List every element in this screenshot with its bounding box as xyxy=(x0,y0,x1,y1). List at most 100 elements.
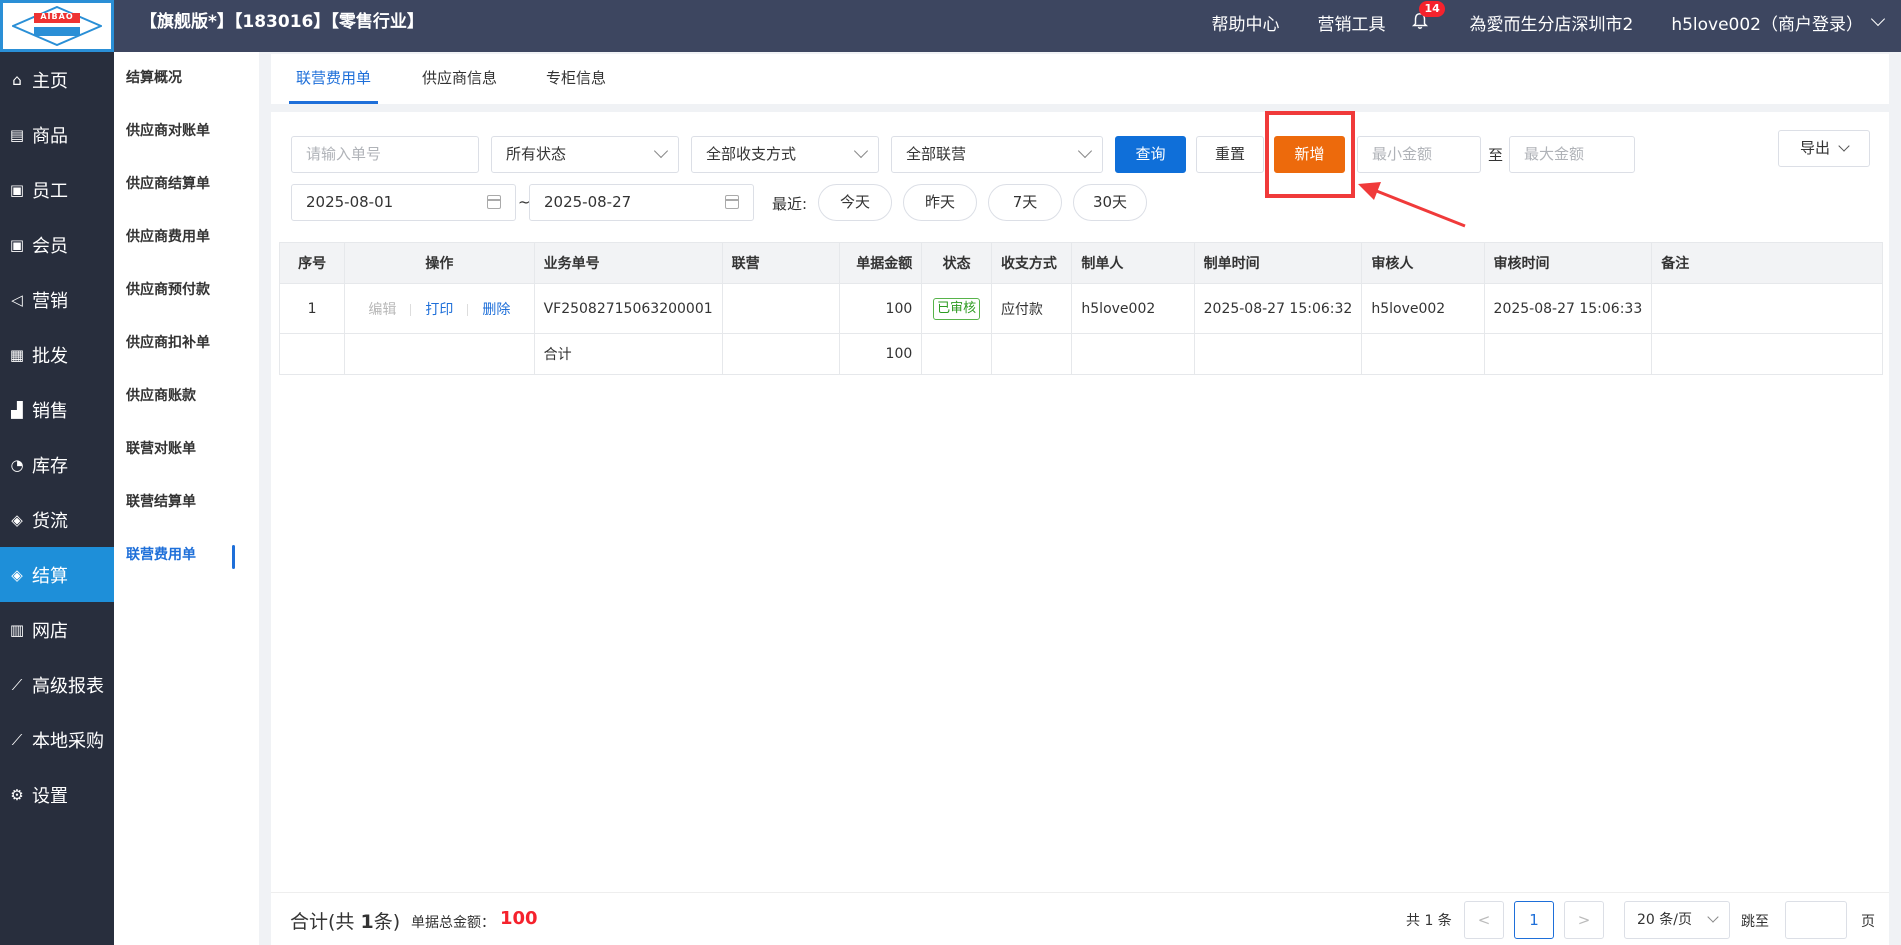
col-audited-at[interactable]: 审核时间 xyxy=(1483,242,1653,284)
nav-label: 商品 xyxy=(32,125,68,147)
cell-created-at: 2025-08-27 15:06:32 xyxy=(1193,283,1363,334)
query-button[interactable]: 查询 xyxy=(1115,136,1186,173)
subnav-supplier-expense[interactable]: 供应商费用单 xyxy=(114,211,259,264)
nav-member[interactable]: ▣ 会员 xyxy=(0,217,114,272)
settlement-subnav: 结算概况 供应商对账单 供应商结算单 供应商费用单 供应商预付款 供应商扣补单 … xyxy=(114,52,259,945)
nav-label: 主页 xyxy=(32,70,68,92)
cell-empty xyxy=(1071,333,1195,375)
recent-label: 最近: xyxy=(772,195,808,213)
goods-icon: ▤ xyxy=(9,125,25,144)
nav-settlement[interactable]: ◈ 结算 xyxy=(0,547,114,602)
chevron-down-icon[interactable] xyxy=(1870,11,1886,27)
nav-wholesale[interactable]: ▦ 批发 xyxy=(0,327,114,382)
max-amount-input[interactable]: 最大金额 xyxy=(1509,136,1635,173)
col-order-no[interactable]: 业务单号 xyxy=(533,242,723,284)
edit-link[interactable]: 编辑 xyxy=(368,302,396,318)
export-button[interactable]: 导出 xyxy=(1778,130,1870,167)
prev-page-button[interactable]: < xyxy=(1464,901,1504,939)
subnav-joint-expense[interactable]: 联营费用单 xyxy=(114,529,259,582)
col-joint[interactable]: 联营 xyxy=(721,242,840,284)
col-auditor[interactable]: 审核人 xyxy=(1361,242,1485,284)
subnav-settlement-overview[interactable]: 结算概况 xyxy=(114,52,259,105)
expense-table: 序号 操作 业务单号 联营 单据金额 状态 收支方式 制单人 制单时间 审核人 … xyxy=(278,242,1883,375)
page-tabs: 联营费用单 供应商信息 专柜信息 xyxy=(271,54,1889,104)
col-index: 序号 xyxy=(278,242,346,284)
nav-staff[interactable]: ▣ 员工 xyxy=(0,162,114,217)
jump-page-input[interactable] xyxy=(1785,901,1847,939)
nav-home[interactable]: ⌂ 主页 xyxy=(0,52,114,107)
nav-label: 本地采购 xyxy=(32,730,104,752)
yesterday-button[interactable]: 昨天 xyxy=(903,184,977,221)
cell-status: 已审核 xyxy=(921,283,992,334)
page-1-button[interactable]: 1 xyxy=(1514,901,1554,939)
nav-goods[interactable]: ▤ 商品 xyxy=(0,107,114,162)
store-name[interactable]: 為愛而生分店深圳市2 xyxy=(1469,10,1633,35)
min-amount-input[interactable]: 最小金额 xyxy=(1357,136,1481,173)
divider xyxy=(410,303,412,316)
status-select[interactable]: 所有状态 xyxy=(491,136,679,173)
page-size-value: 20 条/页 xyxy=(1637,912,1692,928)
subnav-supplier-deduction[interactable]: 供应商扣补单 xyxy=(114,317,259,370)
col-created-at[interactable]: 制单时间 xyxy=(1193,242,1363,284)
joint-select[interactable]: 全部联营 xyxy=(891,136,1103,173)
subnav-joint-statement[interactable]: 联营对账单 xyxy=(114,423,259,476)
subnav-supplier-accounts[interactable]: 供应商账款 xyxy=(114,370,259,423)
help-center-link[interactable]: 帮助中心 xyxy=(1211,10,1279,35)
tab-supplier-info[interactable]: 供应商信息 xyxy=(422,54,497,104)
cell-amount: 100 xyxy=(838,283,923,334)
today-button[interactable]: 今天 xyxy=(818,184,892,221)
subnav-joint-settlement[interactable]: 联营结算单 xyxy=(114,476,259,529)
nav-settings[interactable]: ⚙ 设置 xyxy=(0,767,114,822)
cell-order-no[interactable]: VF25082715063200001 xyxy=(533,283,723,334)
chevron-down-icon xyxy=(653,143,669,159)
nav-marketing[interactable]: ◁ 营销 xyxy=(0,272,114,327)
date-from-input[interactable]: 2025-08-01 xyxy=(291,184,516,221)
seven-days-button[interactable]: 7天 xyxy=(988,184,1062,221)
nav-label: 高级报表 xyxy=(32,675,104,697)
cell-index: 1 xyxy=(278,283,346,334)
subnav-supplier-prepayment[interactable]: 供应商预付款 xyxy=(114,264,259,317)
date-to-input[interactable]: 2025-08-27 xyxy=(529,184,754,221)
col-payment[interactable]: 收支方式 xyxy=(990,242,1073,284)
nav-logistics[interactable]: ◈ 货流 xyxy=(0,492,114,547)
subnav-supplier-statement[interactable]: 供应商对账单 xyxy=(114,105,259,158)
col-amount[interactable]: 单据金额 xyxy=(838,242,923,284)
jump-label: 跳至 xyxy=(1741,914,1769,930)
marketing-tools-link[interactable]: 营销工具 xyxy=(1317,10,1385,35)
nav-local-purchase[interactable]: ⟋ 本地采购 xyxy=(0,712,114,767)
joint-select-value: 全部联营 xyxy=(906,145,967,163)
order-no-input[interactable]: 请输入单号 xyxy=(291,136,479,173)
next-page-button[interactable]: > xyxy=(1564,901,1604,939)
sum-prefix: 合计(共 xyxy=(290,911,361,933)
thirty-days-button[interactable]: 30天 xyxy=(1073,184,1147,221)
col-status[interactable]: 状态 xyxy=(921,242,992,284)
nav-inventory[interactable]: ◔ 库存 xyxy=(0,437,114,492)
delete-link[interactable]: 删除 xyxy=(482,302,510,318)
col-remark[interactable]: 备注 xyxy=(1651,242,1883,284)
print-link[interactable]: 打印 xyxy=(425,302,453,318)
gear-icon: ⚙ xyxy=(10,785,24,804)
chevron-down-icon xyxy=(1707,911,1719,923)
page-size-select[interactable]: 20 条/页 xyxy=(1624,901,1730,939)
cell-empty xyxy=(1361,333,1485,375)
subnav-supplier-settlement[interactable]: 供应商结算单 xyxy=(114,158,259,211)
user-menu[interactable]: h5love002（商户登录） xyxy=(1671,10,1863,35)
notification-bell-icon[interactable]: 14 xyxy=(1411,1,1445,32)
nav-label: 批发 xyxy=(32,345,68,367)
reset-button[interactable]: 重置 xyxy=(1196,136,1264,173)
nav-advanced-report[interactable]: ⟋ 高级报表 xyxy=(0,657,114,712)
nav-sales[interactable]: ▟ 销售 xyxy=(0,382,114,437)
payment-method-select[interactable]: 全部收支方式 xyxy=(691,136,879,173)
nav-webshop[interactable]: ▥ 网店 xyxy=(0,602,114,657)
table-total-row: 合计 100 xyxy=(278,333,1883,375)
cell-empty xyxy=(1193,333,1363,375)
col-creator[interactable]: 制单人 xyxy=(1071,242,1195,284)
sum-suffix: 条) xyxy=(373,911,401,933)
aibao-logo[interactable]: AIBAO xyxy=(0,0,114,52)
table-row[interactable]: 1 编辑 打印 删除 VF25082715063200001 100 已审核 应付款… xyxy=(278,283,1883,334)
tab-counter-info[interactable]: 专柜信息 xyxy=(546,54,606,104)
tab-joint-expense[interactable]: 联营费用单 xyxy=(271,54,396,104)
main-sidebar: ⌂ 主页 ▤ 商品 ▣ 员工 ▣ 会员 ◁ 营销 ▦ 批发 ▟ 销售 ◔ 库存 ◈ 货流 ◈ 结算 … xyxy=(0,52,114,945)
record-count: 合计(共 1条) xyxy=(290,907,400,934)
scrollbar[interactable] xyxy=(1889,52,1901,945)
